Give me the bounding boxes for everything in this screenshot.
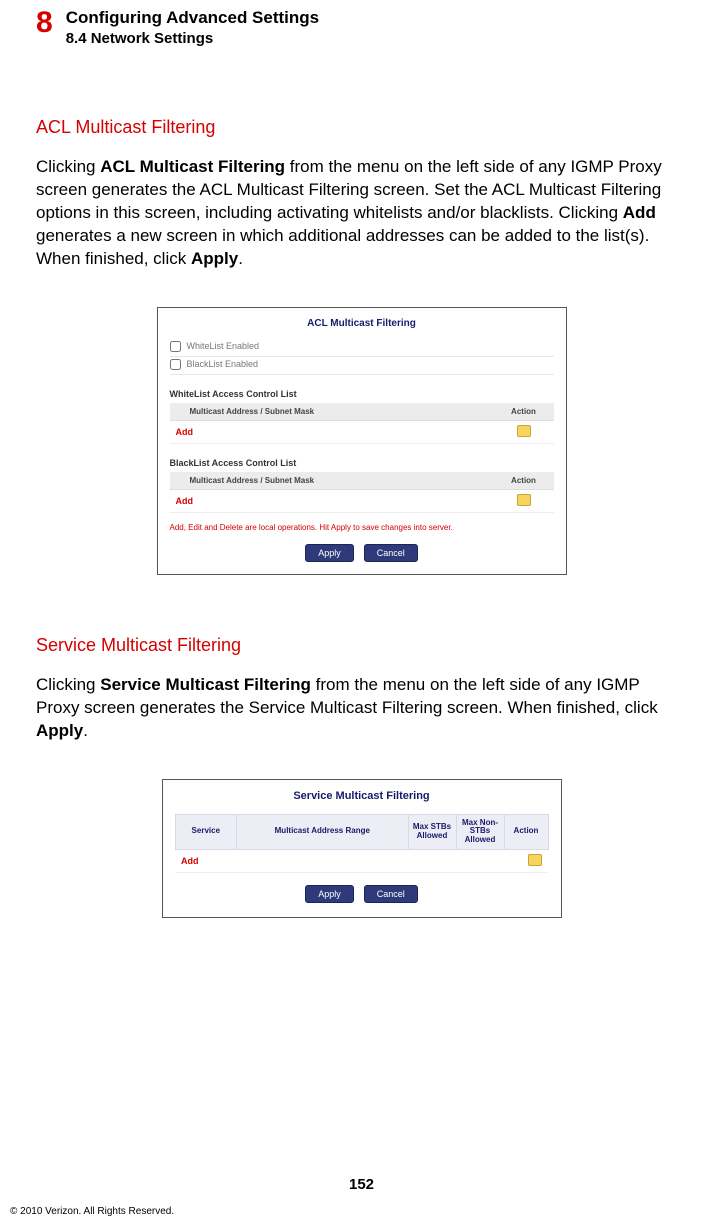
bold-apply: Apply <box>36 721 83 740</box>
blacklist-checkbox[interactable] <box>170 359 181 370</box>
edit-icon[interactable] <box>517 425 531 437</box>
bold-add: Add <box>623 203 656 222</box>
col-action: Action <box>494 403 554 421</box>
blacklist-enabled-row[interactable]: BlackList Enabled <box>170 357 554 375</box>
cancel-button[interactable]: Cancel <box>364 885 418 903</box>
chapter-title: Configuring Advanced Settings <box>66 8 319 28</box>
blacklist-label: BlackList Enabled <box>187 359 259 369</box>
add-link[interactable]: Add <box>176 496 194 506</box>
chapter-subsection: 8.4 Network Settings <box>66 30 319 47</box>
table-row: Add <box>170 489 554 512</box>
chapter-header: 8 Configuring Advanced Settings 8.4 Netw… <box>36 8 687 47</box>
apply-button[interactable]: Apply <box>305 885 354 903</box>
whitelist-enabled-row[interactable]: WhiteList Enabled <box>170 339 554 357</box>
copyright: © 2010 Verizon. All Rights Reserved. <box>10 1206 174 1217</box>
acl-note: Add, Edit and Delete are local operation… <box>170 523 554 532</box>
page-number: 152 <box>0 1176 723 1193</box>
acl-figure-title: ACL Multicast Filtering <box>170 318 554 329</box>
whitelist-section-header: WhiteList Access Control List <box>170 389 554 399</box>
section2-paragraph: Clicking Service Multicast Filtering fro… <box>36 674 687 743</box>
chapter-number: 8 <box>36 8 52 38</box>
col-action: Action <box>504 814 548 849</box>
apply-button[interactable]: Apply <box>305 544 354 562</box>
blacklist-section-header: BlackList Access Control List <box>170 458 554 468</box>
service-table: Service Multicast Address Range Max STBs… <box>175 814 549 873</box>
text: Clicking <box>36 675 100 694</box>
text: . <box>83 721 88 740</box>
bold-acl: ACL Multicast Filtering <box>100 157 285 176</box>
edit-icon[interactable] <box>528 854 542 866</box>
edit-icon[interactable] <box>517 494 531 506</box>
add-link[interactable]: Add <box>176 427 194 437</box>
table-row: Add <box>170 420 554 443</box>
col-addr: Multicast Address / Subnet Mask <box>170 472 494 490</box>
col-max-nonstb: Max Non-STBs Allowed <box>456 814 504 849</box>
col-max-stb: Max STBs Allowed <box>408 814 456 849</box>
section-heading-acl: ACL Multicast Filtering <box>36 117 687 138</box>
section-heading-service: Service Multicast Filtering <box>36 635 687 656</box>
text: . <box>238 249 243 268</box>
col-action: Action <box>494 472 554 490</box>
col-service: Service <box>175 814 237 849</box>
bold-smf: Service Multicast Filtering <box>100 675 311 694</box>
text: generates a new screen in which addition… <box>36 226 649 268</box>
bold-apply: Apply <box>191 249 238 268</box>
section1-paragraph: Clicking ACL Multicast Filtering from th… <box>36 156 687 271</box>
text: Clicking <box>36 157 100 176</box>
col-range: Multicast Address Range <box>237 814 408 849</box>
add-link[interactable]: Add <box>181 856 199 866</box>
acl-figure: ACL Multicast Filtering WhiteList Enable… <box>157 307 567 575</box>
service-figure: Service Multicast Filtering Service Mult… <box>162 779 562 918</box>
whitelist-label: WhiteList Enabled <box>187 341 260 351</box>
whitelist-table: Multicast Address / Subnet Mask Action A… <box>170 403 554 444</box>
service-figure-title: Service Multicast Filtering <box>175 790 549 802</box>
whitelist-checkbox[interactable] <box>170 341 181 352</box>
cancel-button[interactable]: Cancel <box>364 544 418 562</box>
col-addr: Multicast Address / Subnet Mask <box>170 403 494 421</box>
blacklist-table: Multicast Address / Subnet Mask Action A… <box>170 472 554 513</box>
table-row: Add <box>175 849 548 872</box>
